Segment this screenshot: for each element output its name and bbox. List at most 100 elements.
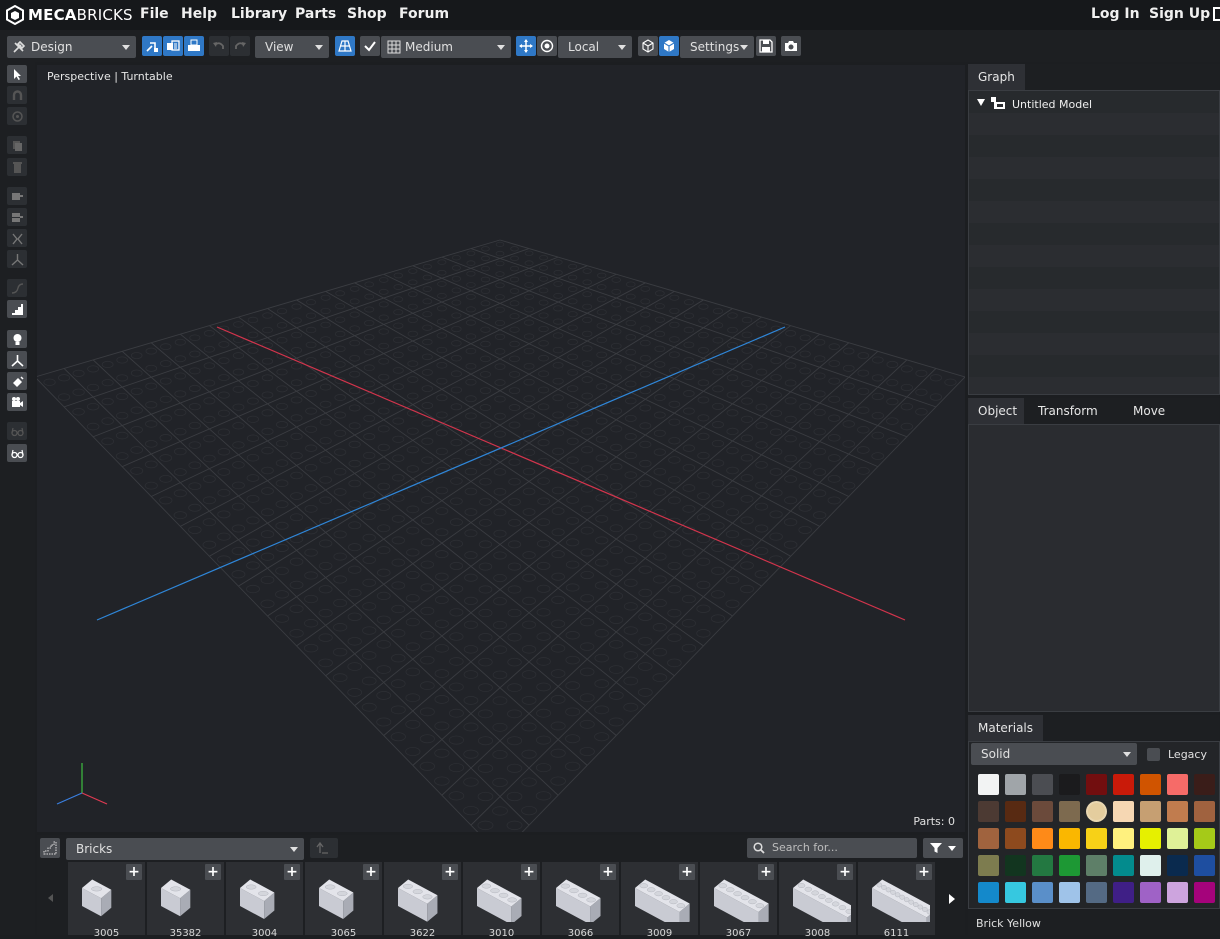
lights-tool-button[interactable] (7, 330, 27, 348)
camera-tool-button[interactable] (7, 393, 27, 411)
part-tile[interactable]: +3009 (621, 862, 698, 939)
part-category-select[interactable]: Bricks (66, 838, 304, 860)
login-link[interactable]: Log In (1091, 6, 1140, 22)
color-swatch[interactable] (1194, 855, 1215, 876)
color-swatch[interactable] (1032, 855, 1053, 876)
menu-shop[interactable]: Shop (347, 6, 387, 22)
color-swatch[interactable] (1086, 774, 1107, 795)
color-swatch[interactable] (1194, 774, 1215, 795)
3d-viewport[interactable]: Perspective | Turntable Parts: 0 (37, 65, 965, 832)
settings-select[interactable]: Settings (680, 36, 754, 58)
color-swatch[interactable] (978, 801, 999, 822)
color-swatch[interactable] (1005, 801, 1026, 822)
part-tile[interactable]: +3066 (542, 862, 619, 939)
gizmo-tool-button[interactable] (7, 351, 27, 369)
tab-graph[interactable]: Graph (968, 64, 1025, 90)
parent-category-button[interactable] (310, 838, 338, 858)
add-part-plus-button[interactable]: + (758, 864, 774, 880)
add-part-plus-button[interactable]: + (284, 864, 300, 880)
menu-forum[interactable]: Forum (399, 6, 449, 22)
menu-parts[interactable]: Parts (295, 6, 336, 22)
filter-dropdown-button[interactable] (923, 838, 963, 858)
distribute-tool-button[interactable] (7, 208, 27, 226)
color-swatch[interactable] (1059, 882, 1080, 903)
flex-tool-button[interactable] (7, 279, 27, 297)
delete-tool-button[interactable] (7, 158, 27, 176)
color-swatch[interactable] (1005, 828, 1026, 849)
add-part-plus-button[interactable]: + (837, 864, 853, 880)
signup-link[interactable]: Sign Up (1149, 6, 1210, 22)
tab-materials[interactable]: Materials (968, 715, 1044, 741)
tab-object[interactable]: Object (968, 398, 1024, 424)
part-search-field[interactable]: Search for... (747, 838, 917, 858)
move-gizmo-button[interactable] (516, 36, 536, 56)
color-swatch[interactable] (1194, 882, 1215, 903)
bounding-box-button[interactable] (638, 36, 658, 56)
scroll-left-button[interactable] (37, 862, 65, 935)
redo-button[interactable] (230, 36, 250, 56)
tab-transform[interactable]: Transform (1028, 398, 1108, 424)
perspective-grid-button[interactable] (335, 36, 355, 56)
part-tile[interactable]: +3004 (226, 862, 303, 939)
parts-filter-button[interactable] (40, 838, 60, 858)
axis-tool-button[interactable] (7, 250, 27, 268)
menu-help[interactable]: Help (181, 6, 217, 22)
expand-triangle-icon[interactable] (977, 99, 985, 106)
color-swatch[interactable] (1167, 774, 1188, 795)
menu-file[interactable]: File (140, 6, 169, 22)
add-part-plus-button[interactable]: + (916, 864, 932, 880)
add-part-plus-button[interactable]: + (679, 864, 695, 880)
color-swatch[interactable] (1140, 828, 1161, 849)
color-swatch[interactable] (978, 882, 999, 903)
color-swatch[interactable] (1140, 855, 1161, 876)
anaglyph-tool-button[interactable] (7, 422, 27, 440)
add-part-plus-button[interactable]: + (126, 864, 142, 880)
color-swatch[interactable] (1086, 828, 1107, 849)
add-part-plus-button[interactable]: + (363, 864, 379, 880)
solid-view-button[interactable] (659, 36, 679, 56)
color-swatch[interactable] (1167, 828, 1188, 849)
color-swatch[interactable] (1086, 882, 1107, 903)
color-swatch[interactable] (1113, 828, 1134, 849)
material-type-select[interactable]: Solid (971, 743, 1137, 765)
part-tile[interactable]: +35382 (147, 862, 224, 939)
color-swatch[interactable] (1194, 801, 1215, 822)
color-swatch[interactable] (1059, 855, 1080, 876)
menu-library[interactable]: Library (231, 6, 287, 22)
mirror-tool-button[interactable] (7, 229, 27, 247)
add-part-plus-button[interactable]: + (205, 864, 221, 880)
part-tile[interactable]: +3005 (68, 862, 145, 939)
view-select[interactable]: View (255, 36, 329, 58)
color-swatch[interactable] (978, 828, 999, 849)
pivot-tool-button[interactable] (7, 107, 27, 125)
color-swatch[interactable] (1086, 855, 1107, 876)
color-swatch[interactable] (1194, 828, 1215, 849)
part-tile[interactable]: +3622 (384, 862, 461, 939)
space-select[interactable]: Local (558, 36, 632, 58)
graph-item-untitled-model[interactable]: Untitled Model (1012, 98, 1092, 111)
fullscreen-icon[interactable] (1213, 7, 1220, 21)
mecabricks-logo[interactable]: MECA BRICKS (6, 4, 133, 26)
color-swatch[interactable] (1113, 882, 1134, 903)
add-part-button[interactable] (142, 36, 162, 56)
color-swatch[interactable] (1059, 774, 1080, 795)
paint-tool-button[interactable] (7, 372, 27, 390)
add-part-plus-button[interactable]: + (442, 864, 458, 880)
stairs-tool-button[interactable] (7, 300, 27, 318)
color-swatch[interactable] (1005, 882, 1026, 903)
color-swatch[interactable] (1113, 774, 1134, 795)
grid-size-select[interactable]: Medium (381, 36, 511, 58)
magnet-tool-button[interactable] (7, 86, 27, 104)
part-tile[interactable]: +6111 (858, 862, 935, 939)
part-tile[interactable]: +3008 (779, 862, 856, 939)
color-swatch[interactable] (1032, 882, 1053, 903)
part-tile[interactable]: +3065 (305, 862, 382, 939)
color-swatch[interactable] (1005, 774, 1026, 795)
color-swatch[interactable] (1032, 774, 1053, 795)
color-swatch[interactable] (1167, 801, 1188, 822)
undo-button[interactable] (209, 36, 229, 56)
copy-button[interactable] (163, 36, 183, 56)
tab-move[interactable]: Move (1123, 398, 1175, 424)
add-part-plus-button[interactable]: + (521, 864, 537, 880)
save-button[interactable] (756, 36, 776, 56)
